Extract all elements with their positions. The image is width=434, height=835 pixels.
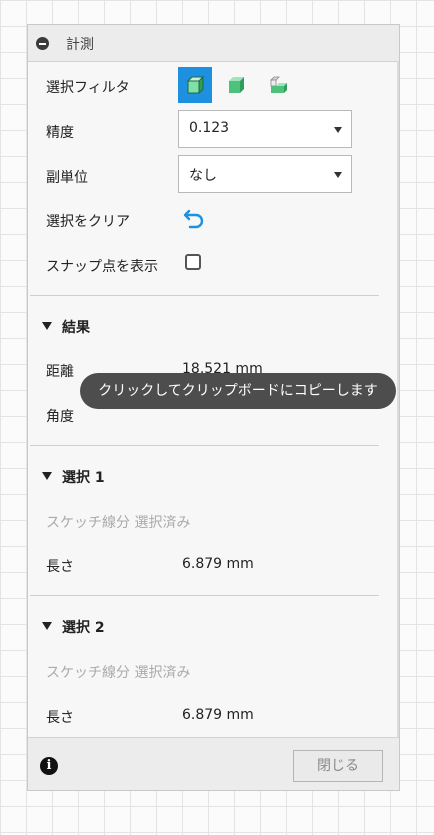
precision-dropdown[interactable]: 0.123 [178, 110, 352, 148]
secondary-unit-label: 副単位 [46, 170, 88, 186]
secondary-unit-value: なし [189, 168, 217, 184]
close-button[interactable]: 閉じる [293, 750, 383, 782]
selection1-status: スケッチ線分 選択済み [46, 515, 191, 531]
clear-selection-label: 選択をクリア [46, 214, 130, 230]
selection1-length-value[interactable]: 6.879 mm [182, 556, 254, 572]
precision-value: 0.123 [189, 120, 230, 136]
show-snap-points-label: スナップ点を表示 [46, 259, 158, 275]
selection-filter-label: 選択フィルタ [46, 80, 130, 96]
selection1-header-text: 選択 1 [62, 470, 105, 486]
copy-to-clipboard-tooltip: クリックしてクリップボードにコピーします [80, 373, 396, 409]
filter-face-button[interactable] [219, 67, 253, 103]
scrollbar-track[interactable] [397, 61, 399, 738]
filter-body-button[interactable] [178, 67, 212, 103]
panel-titlebar[interactable]: 計測 [28, 25, 399, 62]
results-header-text: 結果 [62, 320, 90, 336]
chevron-down-icon [334, 172, 342, 178]
panel-title: 計測 [66, 37, 94, 53]
filter-edge-button[interactable] [262, 67, 296, 103]
divider [30, 445, 379, 446]
collapse-icon[interactable] [36, 37, 49, 50]
triangle-down-icon [42, 472, 52, 480]
selection2-status: スケッチ線分 選択済み [46, 665, 191, 681]
chevron-down-icon [334, 127, 342, 133]
secondary-unit-dropdown[interactable]: なし [178, 155, 352, 193]
divider [30, 595, 379, 596]
body-cube-icon [186, 75, 205, 95]
distance-label: 距離 [46, 364, 74, 380]
selection2-header-text: 選択 2 [62, 620, 105, 636]
divider [30, 295, 379, 296]
info-icon[interactable]: i [40, 757, 58, 775]
selection2-length-label: 長さ [46, 710, 74, 726]
panel-footer: i 閉じる [28, 737, 399, 790]
selection2-section-header[interactable]: 選択 2 [42, 617, 105, 637]
selection1-section-header[interactable]: 選択 1 [42, 467, 105, 487]
results-section-header[interactable]: 結果 [42, 317, 90, 337]
selection1-length-label: 長さ [46, 559, 74, 575]
face-cube-icon [229, 77, 244, 93]
edge-cube-icon [270, 76, 287, 93]
selection2-length-value[interactable]: 6.879 mm [182, 707, 254, 723]
triangle-down-icon [42, 622, 52, 630]
precision-label: 精度 [46, 125, 74, 141]
triangle-down-icon [42, 322, 52, 330]
undo-icon[interactable] [182, 207, 206, 229]
show-snap-points-checkbox[interactable] [185, 254, 201, 270]
angle-label: 角度 [46, 409, 74, 425]
